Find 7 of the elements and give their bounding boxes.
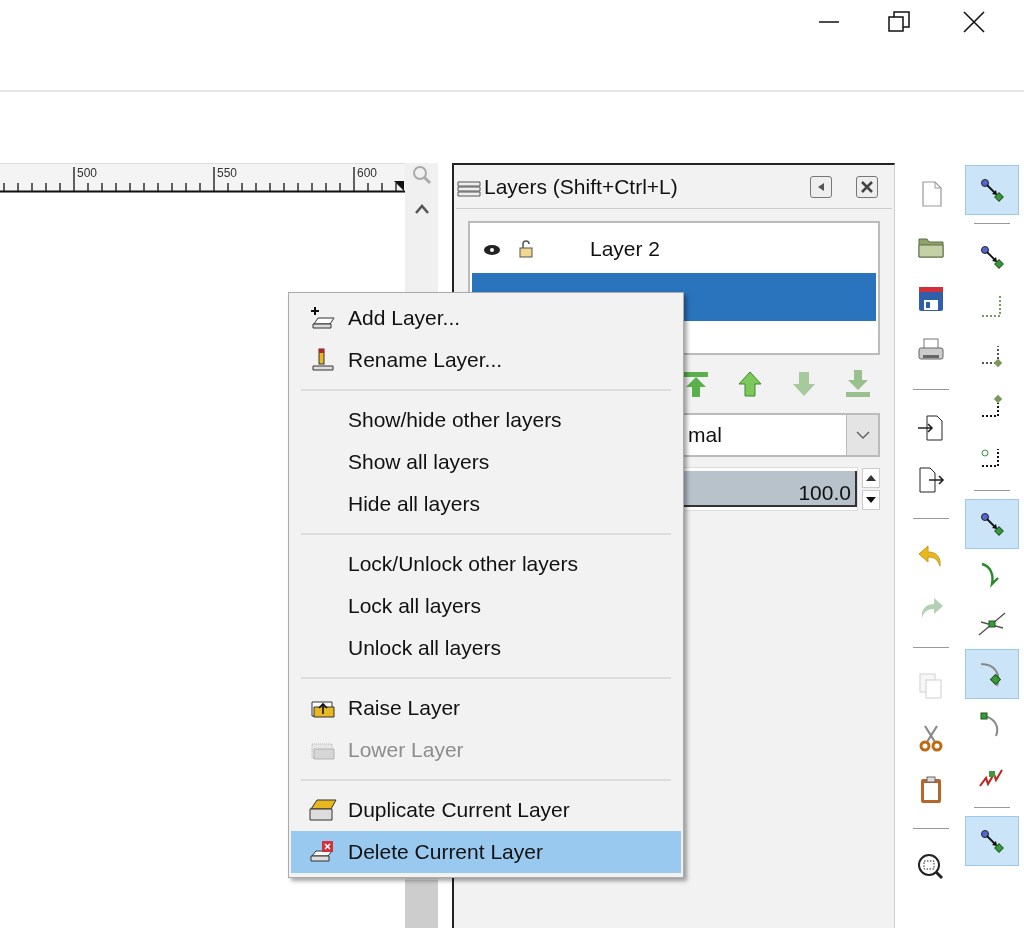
panel-title: Layers (Shift+Ctrl+L) [484, 173, 678, 200]
layer-name: Layer 2 [590, 236, 661, 263]
ruler-label: 600 [357, 167, 378, 179]
opacity-value: 100.0 [798, 480, 851, 506]
ruler-label: 550 [217, 167, 238, 179]
blend-mode-value: mal [688, 422, 722, 449]
ruler-label: 500 [77, 167, 98, 179]
